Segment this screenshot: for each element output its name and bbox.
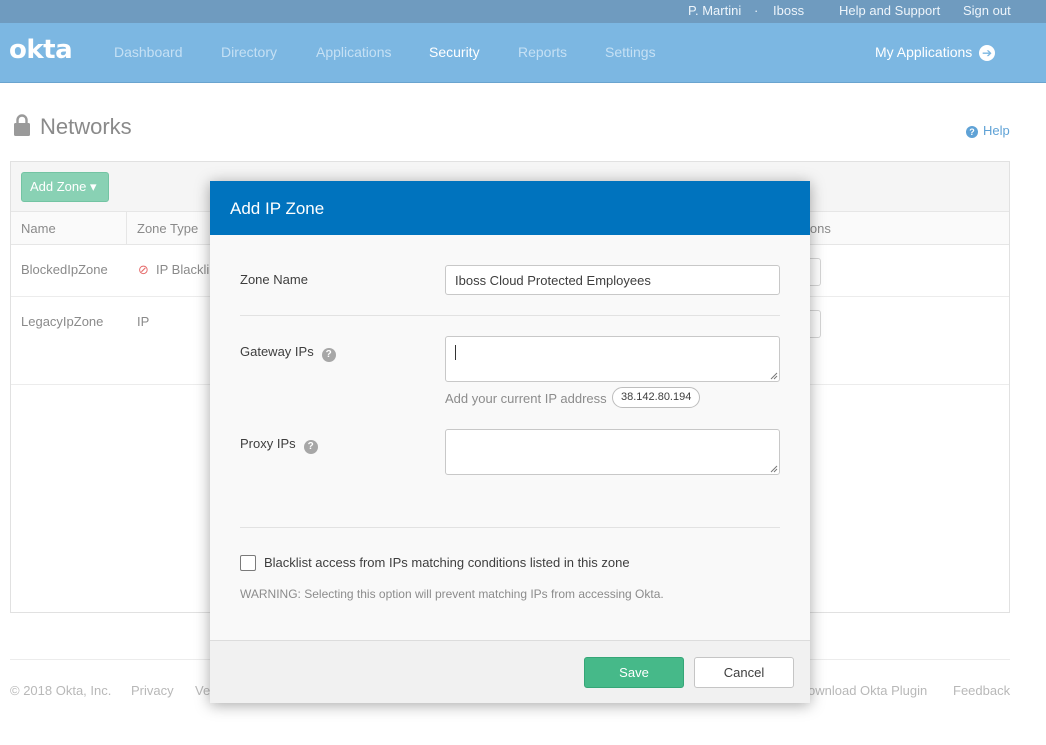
nav-reports[interactable]: Reports xyxy=(518,44,567,60)
copyright-text: © 2018 Okta, Inc. xyxy=(10,683,112,698)
blacklist-label[interactable]: Blacklist access from IPs matching condi… xyxy=(264,555,630,570)
divider xyxy=(240,527,780,528)
save-button[interactable]: Save xyxy=(584,657,684,688)
column-name: Name xyxy=(21,221,56,236)
zone-type-cell: IP Blackli xyxy=(156,262,210,277)
gateway-ips-label-text: Gateway IPs xyxy=(240,344,314,359)
blacklist-checkbox[interactable] xyxy=(240,555,256,571)
question-circle-icon: ? xyxy=(966,126,978,138)
privacy-link[interactable]: Privacy xyxy=(131,683,174,698)
download-plugin-link[interactable]: ownload Okta Plugin xyxy=(808,683,927,698)
main-navbar: okta Dashboard Directory Applications Se… xyxy=(0,23,1046,83)
zone-type-cell: IP xyxy=(137,314,150,329)
dialog-title: Add IP Zone xyxy=(210,181,810,235)
org-name-link[interactable]: Iboss xyxy=(773,3,804,18)
resize-handle-icon[interactable] xyxy=(770,372,778,380)
add-current-ip-hint: Add your current IP address xyxy=(445,391,607,406)
deny-icon: ⊘ xyxy=(138,262,149,277)
lock-icon xyxy=(14,114,30,136)
help-support-link[interactable]: Help and Support xyxy=(839,3,940,18)
okta-logo[interactable]: okta xyxy=(9,35,73,65)
feedback-link[interactable]: Feedback xyxy=(953,683,1010,698)
nav-directory[interactable]: Directory xyxy=(221,44,277,60)
proxy-ips-label-text: Proxy IPs xyxy=(240,436,296,451)
separator-dot: · xyxy=(754,3,759,18)
user-name-link[interactable]: P. Martini xyxy=(688,3,741,18)
nav-dashboard[interactable]: Dashboard xyxy=(114,44,183,60)
current-ip-button[interactable]: 38.142.80.194 xyxy=(612,387,701,408)
blacklist-warning: WARNING: Selecting this option will prev… xyxy=(240,587,664,601)
text-caret xyxy=(455,345,456,360)
column-actions: ions xyxy=(807,221,831,236)
my-applications-link[interactable]: My Applications xyxy=(875,44,972,60)
page-title: Networks xyxy=(40,114,132,139)
add-ip-zone-dialog: Add IP Zone Zone Name Gateway IPs? Add y… xyxy=(210,181,810,703)
divider xyxy=(240,315,780,316)
version-link[interactable]: Ve xyxy=(195,683,210,698)
sign-out-link[interactable]: Sign out xyxy=(963,3,1011,18)
arrow-right-circle-icon[interactable]: ➔ xyxy=(979,45,995,61)
nav-applications[interactable]: Applications xyxy=(316,44,392,60)
proxy-ips-textarea[interactable] xyxy=(445,429,780,475)
zone-name-cell[interactable]: BlockedIpZone xyxy=(21,262,108,277)
gateway-ips-textarea[interactable] xyxy=(445,336,780,382)
nav-security[interactable]: Security xyxy=(429,44,480,60)
cancel-button[interactable]: Cancel xyxy=(694,657,794,688)
add-zone-button[interactable]: Add Zone ▾ xyxy=(21,172,109,202)
zone-name-cell[interactable]: LegacyIpZone xyxy=(21,314,103,329)
gateway-ips-label: Gateway IPs? xyxy=(240,344,336,362)
help-label: Help xyxy=(983,123,1010,138)
question-circle-icon[interactable]: ? xyxy=(321,348,336,362)
zone-name-label: Zone Name xyxy=(240,272,308,287)
column-zone-type: Zone Type xyxy=(137,221,199,236)
top-utility-bar: P. Martini · Iboss Help and Support Sign… xyxy=(0,0,1046,23)
nav-settings[interactable]: Settings xyxy=(605,44,656,60)
dialog-footer: Save Cancel xyxy=(210,640,810,703)
resize-handle-icon[interactable] xyxy=(770,465,778,473)
question-circle-icon[interactable]: ? xyxy=(303,440,318,454)
zone-name-input[interactable] xyxy=(445,265,780,295)
help-link[interactable]: ? Help xyxy=(966,123,1010,138)
proxy-ips-label: Proxy IPs? xyxy=(240,436,318,454)
